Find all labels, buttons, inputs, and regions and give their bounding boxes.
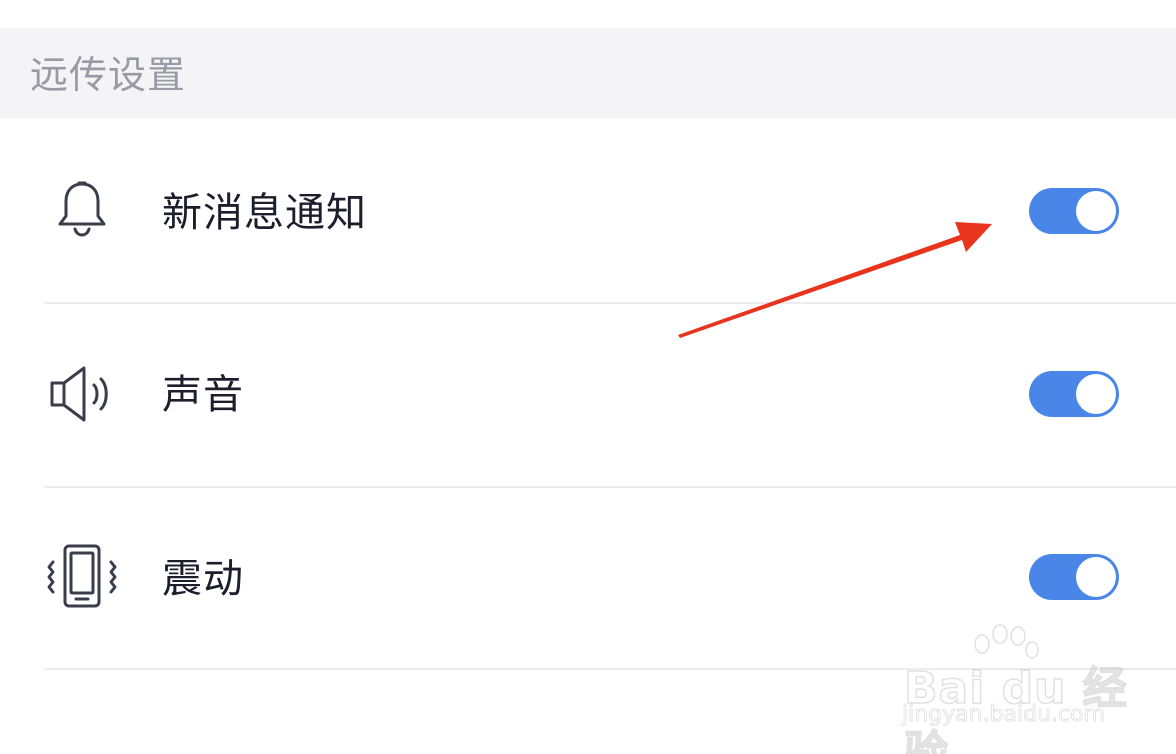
sound-toggle[interactable] [1029, 371, 1119, 417]
toggle-knob [1076, 374, 1116, 414]
setting-label: 新消息通知 [162, 190, 367, 236]
toggle-knob [1076, 191, 1116, 231]
new-message-notification-toggle[interactable] [1029, 188, 1119, 234]
watermark-url: jingyan.baidu.com [902, 702, 1106, 728]
setting-label: 震动 [162, 556, 244, 602]
speaker-icon [44, 356, 120, 432]
bell-icon [44, 172, 120, 248]
setting-row-new-message-notification: 新消息通知 [0, 120, 1176, 303]
setting-label: 声音 [162, 372, 244, 418]
setting-row-sound: 声音 [0, 304, 1176, 487]
section-title: 远传设置 [30, 53, 187, 97]
vibrate-toggle[interactable] [1029, 554, 1119, 600]
baidu-watermark: Bai du 经验 jingyan.baidu.com [900, 622, 1130, 754]
toggle-knob [1076, 557, 1116, 597]
vibrate-icon [44, 540, 120, 616]
settings-page: 远传设置 新消息通知 声音 震动 Bai du 经验 jingyan.baidu… [0, 0, 1176, 754]
